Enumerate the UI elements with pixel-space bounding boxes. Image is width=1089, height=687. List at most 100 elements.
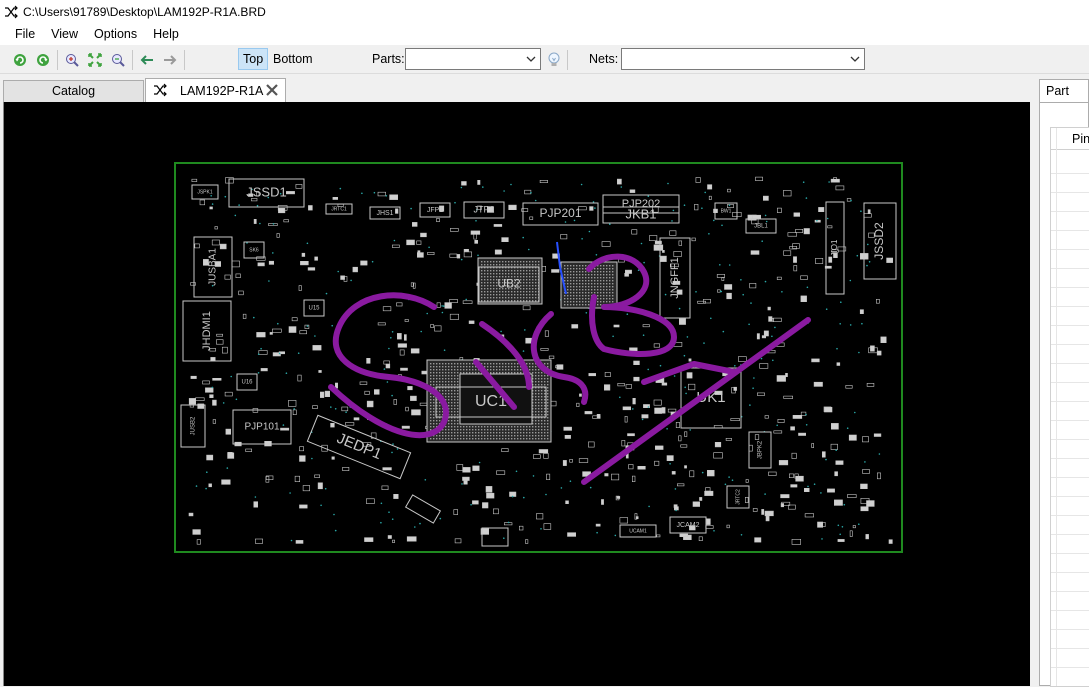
smd-part	[835, 460, 844, 465]
smd-part	[396, 302, 403, 307]
ub2-pad	[505, 291, 507, 293]
via	[632, 408, 634, 410]
uc1-pad	[451, 378, 453, 380]
via	[846, 427, 849, 430]
smd-part	[278, 208, 286, 214]
ub2-pad	[502, 264, 504, 266]
zoom-fit-icon[interactable]	[85, 50, 105, 70]
board-canvas[interactable]: JSPK1 JSSD1 JRTC1 JHS1 JFP1 JTP1 PJP201 PJP202 J…	[3, 102, 1030, 686]
smd-part	[300, 261, 309, 266]
chip-b-pad	[594, 289, 596, 291]
chip-b-pad	[612, 283, 614, 285]
uc1-pad	[430, 369, 432, 371]
smd-part	[540, 348, 549, 351]
menu-view[interactable]: View	[43, 24, 86, 45]
uc1-pad	[541, 432, 543, 434]
uc1-pad	[496, 435, 498, 437]
smd-part	[299, 455, 306, 462]
uc1-pad	[496, 438, 498, 440]
tab-board[interactable]: LAM192P-R1A	[145, 78, 286, 102]
via	[749, 404, 751, 406]
via	[380, 521, 382, 524]
arrow-right-icon[interactable]	[160, 50, 180, 70]
via	[841, 526, 844, 528]
uc1-pad	[538, 429, 540, 431]
smd-part	[412, 282, 416, 289]
ub2-pad	[484, 288, 486, 290]
layer-bottom-button[interactable]: Bottom	[269, 48, 317, 70]
zoom-in-icon[interactable]	[62, 50, 82, 70]
via	[522, 350, 525, 352]
uc1-pad	[526, 432, 528, 434]
chip-b-pad	[579, 280, 581, 282]
grid-row	[1051, 401, 1089, 402]
smd-part	[399, 349, 405, 356]
uc1-pad	[472, 363, 474, 365]
board-view[interactable]: JSPK1 JSSD1JRTC1JHS1 JFP1 JTP1 PJP201PJP202J…	[4, 102, 1030, 686]
uc1-pad	[451, 426, 453, 428]
nets-combo[interactable]	[621, 48, 865, 70]
uc1-pad	[451, 414, 453, 416]
via	[585, 312, 588, 314]
tab-catalog[interactable]: Catalog	[3, 80, 144, 102]
chip-b-pad	[570, 274, 572, 276]
chip-b-pad	[603, 277, 605, 279]
chip-b-pad	[576, 271, 578, 273]
chip-b-pad	[606, 301, 608, 303]
uc1-pad	[508, 363, 510, 365]
menu-help[interactable]: Help	[145, 24, 187, 45]
via	[671, 220, 673, 222]
via	[781, 291, 783, 293]
ucam1-label: UCAM1	[629, 528, 647, 534]
uc1-pad	[517, 435, 519, 437]
chip-b-pad	[594, 274, 596, 276]
via	[589, 486, 592, 489]
menu-options[interactable]: Options	[86, 24, 145, 45]
chip-b-pad	[594, 280, 596, 282]
chip-b-pad	[573, 265, 575, 267]
via	[222, 402, 225, 404]
parts-combo[interactable]	[405, 48, 541, 70]
smd-part	[231, 260, 240, 268]
menu-file[interactable]: File	[7, 24, 43, 45]
uc1-pad	[442, 369, 444, 371]
uc1-pad	[430, 366, 432, 368]
refresh-green-icon[interactable]	[10, 50, 30, 70]
smd-part	[474, 240, 479, 244]
ub2-pad	[490, 288, 492, 290]
chip-b-pad	[576, 298, 578, 300]
smd-part	[385, 363, 391, 369]
uc1-pad	[448, 402, 450, 404]
smd-part	[366, 400, 374, 408]
ub2-pad	[517, 273, 519, 275]
uc1-pad	[466, 432, 468, 434]
uc1-pad	[523, 429, 525, 431]
lightbulb-icon[interactable]	[544, 50, 564, 70]
uc1-pad	[451, 381, 453, 383]
smd-part	[456, 464, 464, 471]
ub2-pad	[523, 273, 525, 275]
smd-part	[191, 178, 198, 182]
arrow-left-icon[interactable]	[137, 50, 157, 70]
uc1-pad	[466, 363, 468, 365]
ub2-pad	[493, 279, 495, 281]
tab-part[interactable]: Part	[1039, 79, 1089, 103]
pin-grid[interactable]: Pin	[1050, 127, 1089, 687]
via	[742, 293, 744, 296]
uc1-pad	[430, 399, 432, 401]
layer-top-button[interactable]: Top	[238, 48, 269, 70]
chip-b-pad	[612, 277, 614, 279]
ub2-pad	[499, 261, 501, 263]
uc1-pad	[445, 426, 447, 428]
chip-b-pad	[573, 286, 575, 288]
refresh-green-icon[interactable]	[33, 50, 53, 70]
close-icon[interactable]	[265, 83, 279, 103]
uc1-pad	[541, 375, 543, 377]
uc1-pad	[454, 363, 456, 365]
chevron-down-icon	[525, 52, 537, 66]
smd-part	[436, 218, 440, 222]
via	[540, 528, 542, 530]
smd-part	[755, 176, 763, 181]
zoom-out-icon[interactable]	[108, 50, 128, 70]
ub2-pad	[484, 273, 486, 275]
